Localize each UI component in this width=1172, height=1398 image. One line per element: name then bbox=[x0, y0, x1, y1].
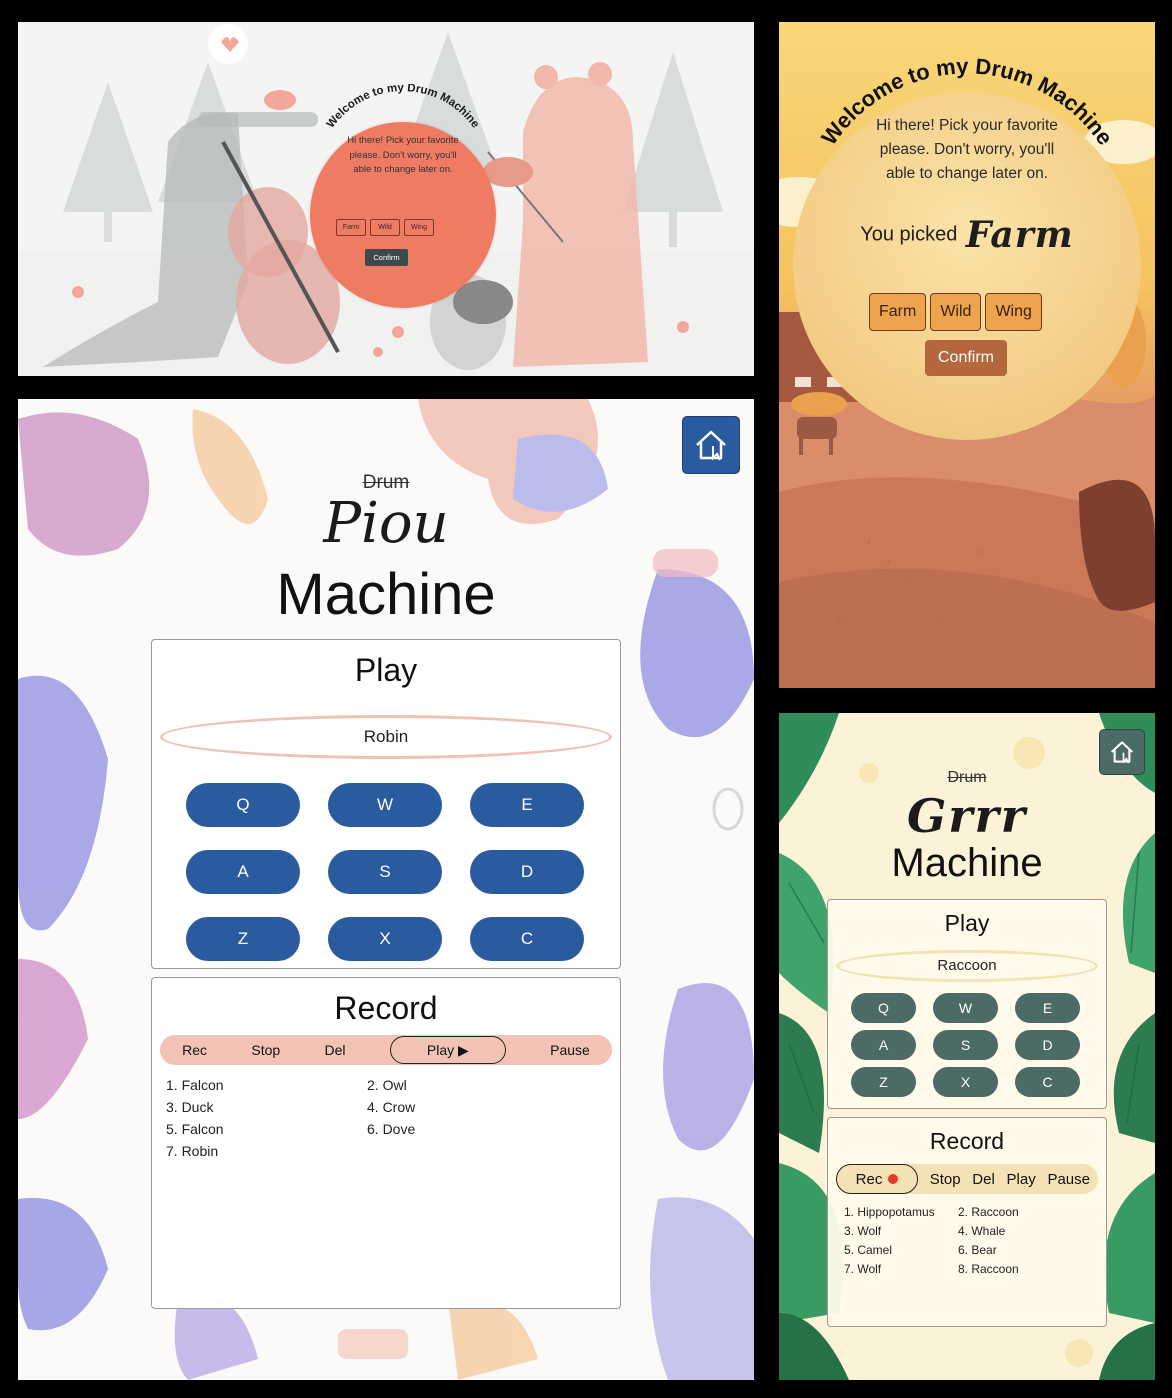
drum-pad-e[interactable]: E bbox=[1015, 993, 1080, 1023]
home-icon bbox=[696, 430, 726, 461]
stop-button[interactable]: Stop bbox=[251, 1042, 280, 1058]
home-button[interactable] bbox=[1099, 729, 1145, 775]
current-sound-display: Raccoon bbox=[836, 950, 1098, 982]
sound-option-group: Farm Wild Wing bbox=[869, 293, 1042, 331]
recording-item[interactable]: 3. Wolf bbox=[844, 1222, 958, 1241]
record-controls: Rec Stop Del Play ▶ Pause bbox=[160, 1035, 612, 1065]
recording-item[interactable]: 6. Dove bbox=[367, 1118, 568, 1140]
play-panel: Play Robin Q W E A S D Z X C bbox=[151, 639, 621, 969]
recording-list: 1. Hippopotamus 2. Raccoon 3. Wolf 4. Wh… bbox=[844, 1203, 1074, 1279]
delete-button[interactable]: Del bbox=[325, 1042, 346, 1058]
drum-pad-x[interactable]: X bbox=[328, 917, 442, 961]
rec-button[interactable]: Rec bbox=[836, 1164, 918, 1194]
option-farm-button[interactable]: Farm bbox=[336, 219, 366, 236]
confirm-button[interactable]: Confirm bbox=[925, 340, 1007, 376]
play-panel: Play Raccoon Q W E A S D Z X C bbox=[827, 899, 1107, 1109]
record-panel: Record Rec Stop Del Play ▶ Pause 1. Falc… bbox=[151, 977, 621, 1309]
pause-button[interactable]: Pause bbox=[550, 1042, 590, 1058]
picked-summary: You picked Farm bbox=[849, 214, 1085, 256]
recording-list: 1. Falcon 2. Owl 3. Duck 4. Crow 5. Falc… bbox=[166, 1074, 568, 1162]
drum-pad-d[interactable]: D bbox=[470, 850, 584, 894]
drum-pad-grid: Q W E A S D Z X C bbox=[851, 993, 1080, 1097]
recording-item[interactable]: 2. Owl bbox=[367, 1074, 568, 1096]
option-wild-button[interactable]: Wild bbox=[370, 219, 400, 236]
piou-machine-screen: Drum Piou Machine Play Robin Q W E A S D… bbox=[18, 399, 754, 1380]
drum-pad-z[interactable]: Z bbox=[186, 917, 300, 961]
grrr-machine-screen: Drum Grrr Machine Play Raccoon Q W E A S… bbox=[779, 713, 1155, 1380]
recording-item[interactable]: 2. Raccoon bbox=[958, 1203, 1074, 1222]
recording-item[interactable]: 3. Duck bbox=[166, 1096, 367, 1118]
recording-item[interactable]: 8. Raccoon bbox=[958, 1260, 1074, 1279]
recording-item[interactable]: 4. Crow bbox=[367, 1096, 568, 1118]
welcome-intro-text: Hi there! Pick your favorite please. Don… bbox=[347, 135, 459, 175]
play-recording-button[interactable]: Play bbox=[1007, 1171, 1036, 1188]
welcome-screen-bear: Welcome to my Drum Machine Hi there! Pic… bbox=[18, 22, 754, 376]
drum-pad-c[interactable]: C bbox=[1015, 1067, 1080, 1097]
option-farm-button[interactable]: Farm bbox=[869, 293, 927, 331]
confirm-button[interactable]: Confirm bbox=[365, 249, 408, 266]
home-button[interactable] bbox=[682, 416, 740, 474]
recording-item[interactable]: 7. Wolf bbox=[844, 1260, 958, 1279]
delete-button[interactable]: Del bbox=[972, 1171, 995, 1188]
title-script-word: Piou bbox=[323, 491, 449, 556]
play-recording-button[interactable]: Play ▶ bbox=[389, 1036, 506, 1064]
title-machine: Machine bbox=[276, 562, 496, 627]
record-dot-icon bbox=[888, 1174, 899, 1184]
welcome-screen-farm: Welcome to my Drum Machine Hi there! Pic… bbox=[779, 22, 1155, 688]
current-sound-display: Robin bbox=[160, 715, 612, 759]
record-panel: Record Rec Stop Del Play Pause 1. Hippop… bbox=[827, 1117, 1107, 1327]
drum-pad-x[interactable]: X bbox=[933, 1067, 998, 1097]
recording-item[interactable]: 4. Whale bbox=[958, 1222, 1074, 1241]
drum-pad-s[interactable]: S bbox=[933, 1030, 998, 1060]
title-script-word: Grrr bbox=[907, 789, 1027, 843]
rec-button[interactable]: Rec bbox=[182, 1042, 207, 1058]
recording-item[interactable]: 1. Hippopotamus bbox=[844, 1203, 958, 1222]
drum-pad-a[interactable]: A bbox=[851, 1030, 916, 1060]
drum-pad-w[interactable]: W bbox=[328, 783, 442, 827]
sound-option-group: Farm Wild Wing bbox=[336, 219, 434, 236]
record-heading: Record bbox=[929, 1128, 1005, 1154]
recording-item[interactable]: 6. Bear bbox=[958, 1241, 1074, 1260]
recording-item[interactable]: 7. Robin bbox=[166, 1140, 367, 1162]
svg-text:Welcome to my Drum Machine: Welcome to my Drum Machine bbox=[325, 84, 482, 130]
recording-item[interactable]: 5. Camel bbox=[844, 1241, 958, 1260]
option-wing-button[interactable]: Wing bbox=[404, 219, 434, 236]
drum-pad-c[interactable]: C bbox=[470, 917, 584, 961]
play-heading: Play bbox=[354, 652, 418, 688]
rec-label: Rec bbox=[855, 1170, 883, 1188]
play-heading: Play bbox=[944, 910, 990, 936]
recording-item[interactable]: 1. Falcon bbox=[166, 1074, 367, 1096]
drum-pad-q[interactable]: Q bbox=[851, 993, 916, 1023]
option-wing-button[interactable]: Wing bbox=[985, 293, 1042, 331]
welcome-intro-text: Hi there! Pick your favorite please. Don… bbox=[876, 117, 1058, 182]
drum-pad-q[interactable]: Q bbox=[186, 783, 300, 827]
record-heading: Record bbox=[334, 990, 438, 1026]
drum-pad-grid: Q W E A S D Z X C bbox=[186, 783, 584, 961]
drum-pad-d[interactable]: D bbox=[1015, 1030, 1080, 1060]
drum-pad-z[interactable]: Z bbox=[851, 1067, 916, 1097]
picked-label: You picked bbox=[860, 223, 958, 246]
drum-pad-w[interactable]: W bbox=[933, 993, 998, 1023]
title-machine: Machine bbox=[891, 841, 1043, 885]
pause-button[interactable]: Pause bbox=[1047, 1171, 1090, 1188]
option-wild-button[interactable]: Wild bbox=[930, 293, 982, 331]
picked-value: Farm bbox=[965, 214, 1074, 256]
drum-pad-e[interactable]: E bbox=[470, 783, 584, 827]
stop-button[interactable]: Stop bbox=[930, 1171, 961, 1188]
drum-pad-s[interactable]: S bbox=[328, 850, 442, 894]
home-icon bbox=[1110, 741, 1134, 764]
recording-item[interactable]: 5. Falcon bbox=[166, 1118, 367, 1140]
drum-pad-a[interactable]: A bbox=[186, 850, 300, 894]
record-controls: Rec Stop Del Play Pause bbox=[836, 1164, 1098, 1194]
